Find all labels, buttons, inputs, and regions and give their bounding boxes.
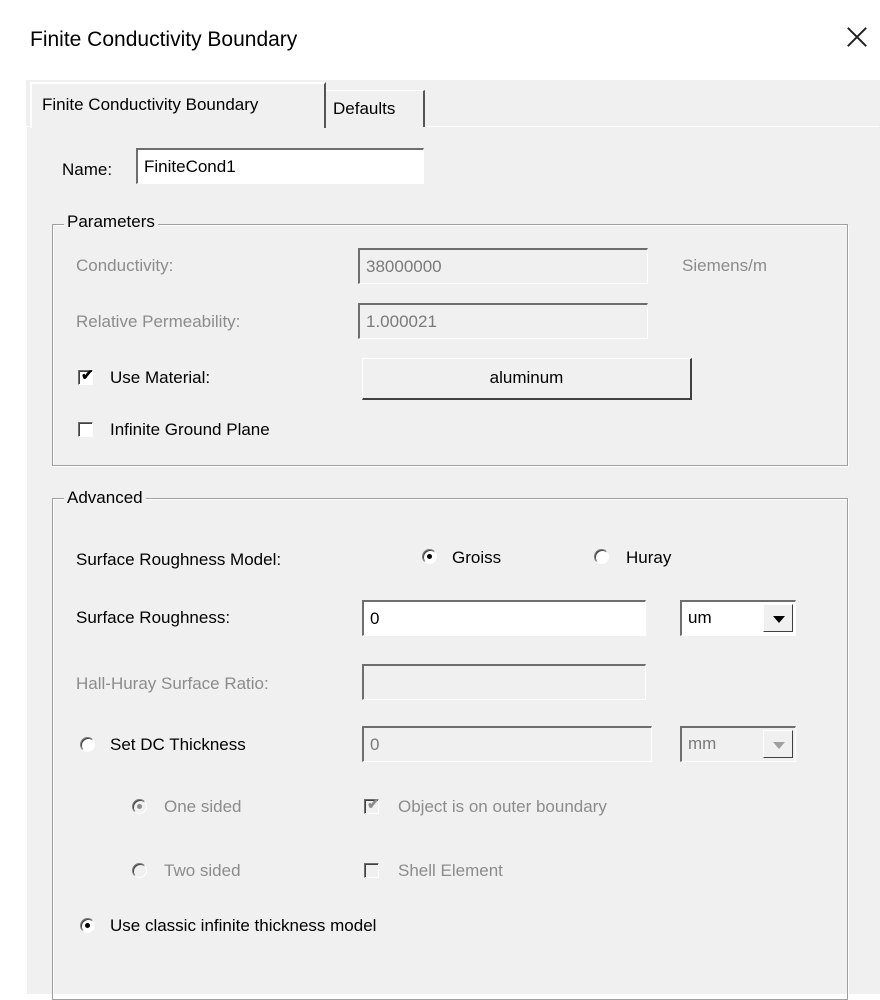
outer-boundary-label: Object is on outer boundary	[398, 797, 607, 816]
conductivity-unit: Siemens/m	[682, 256, 768, 275]
tab-finite-conductivity-boundary[interactable]: Finite Conductivity Boundary	[30, 82, 326, 128]
check-icon: ✔	[367, 796, 380, 813]
parameters-title: Parameters	[64, 212, 158, 232]
name-input[interactable]: FiniteCond1	[136, 148, 424, 184]
one-sided-radio[interactable]	[132, 799, 147, 814]
permeability-label: Relative Permeability:	[76, 312, 241, 331]
set-dc-thickness-radio[interactable]	[80, 737, 95, 752]
advanced-title: Advanced	[64, 488, 146, 508]
one-sided-label: One sided	[164, 797, 242, 816]
huray-radio[interactable]	[594, 549, 609, 564]
groiss-label: Groiss	[452, 548, 502, 567]
shell-element-checkbox[interactable]	[364, 863, 379, 878]
dc-thickness-unit-select[interactable]: mm	[680, 726, 796, 762]
groiss-radio[interactable]	[422, 549, 437, 564]
roughness-input[interactable]: 0	[362, 600, 646, 636]
title-bar: Finite Conductivity Boundary	[0, 0, 880, 80]
chevron-down-icon[interactable]	[763, 604, 793, 632]
radio-dot-icon	[137, 804, 142, 809]
roughness-label: Surface Roughness:	[76, 608, 231, 627]
tab-label: Defaults	[333, 99, 396, 118]
shell-element-label: Shell Element	[398, 861, 503, 880]
infinite-ground-label: Infinite Ground Plane	[110, 420, 270, 439]
roughness-unit-value: um	[688, 608, 712, 627]
name-label: Name:	[62, 160, 113, 179]
permeability-field[interactable]: 1.000021	[358, 303, 648, 339]
two-sided-radio[interactable]	[132, 863, 147, 878]
huray-label: Huray	[626, 548, 672, 567]
roughness-model-label: Surface Roughness Model:	[76, 550, 282, 569]
set-dc-thickness-label: Set DC Thickness	[110, 735, 246, 754]
conductivity-label: Conductivity:	[76, 256, 174, 275]
classic-model-label: Use classic infinite thickness model	[110, 916, 377, 935]
window-title: Finite Conductivity Boundary	[30, 28, 298, 51]
use-material-checkbox[interactable]: ✔	[78, 367, 94, 385]
dc-thickness-unit-value: mm	[688, 734, 717, 753]
two-sided-label: Two sided	[164, 861, 241, 880]
radio-dot-icon	[85, 923, 90, 928]
tab-defaults[interactable]: Defaults	[324, 90, 425, 127]
conductivity-field[interactable]: 38000000	[358, 248, 648, 284]
infinite-ground-checkbox[interactable]	[78, 422, 93, 437]
classic-model-radio[interactable]	[80, 918, 95, 933]
check-icon: ✔	[81, 367, 94, 384]
tab-label: Finite Conductivity Boundary	[42, 95, 259, 114]
close-icon[interactable]	[842, 22, 872, 52]
outer-boundary-checkbox[interactable]: ✔	[364, 796, 380, 814]
material-button[interactable]: aluminum	[362, 358, 692, 400]
use-material-label: Use Material:	[110, 368, 211, 387]
radio-dot-icon	[427, 554, 432, 559]
hall-huray-label: Hall-Huray Surface Ratio:	[76, 674, 269, 693]
hall-huray-field[interactable]	[362, 664, 646, 700]
roughness-unit-select[interactable]: um	[680, 600, 796, 636]
dc-thickness-field[interactable]: 0	[362, 726, 652, 762]
chevron-down-icon[interactable]	[763, 730, 793, 758]
